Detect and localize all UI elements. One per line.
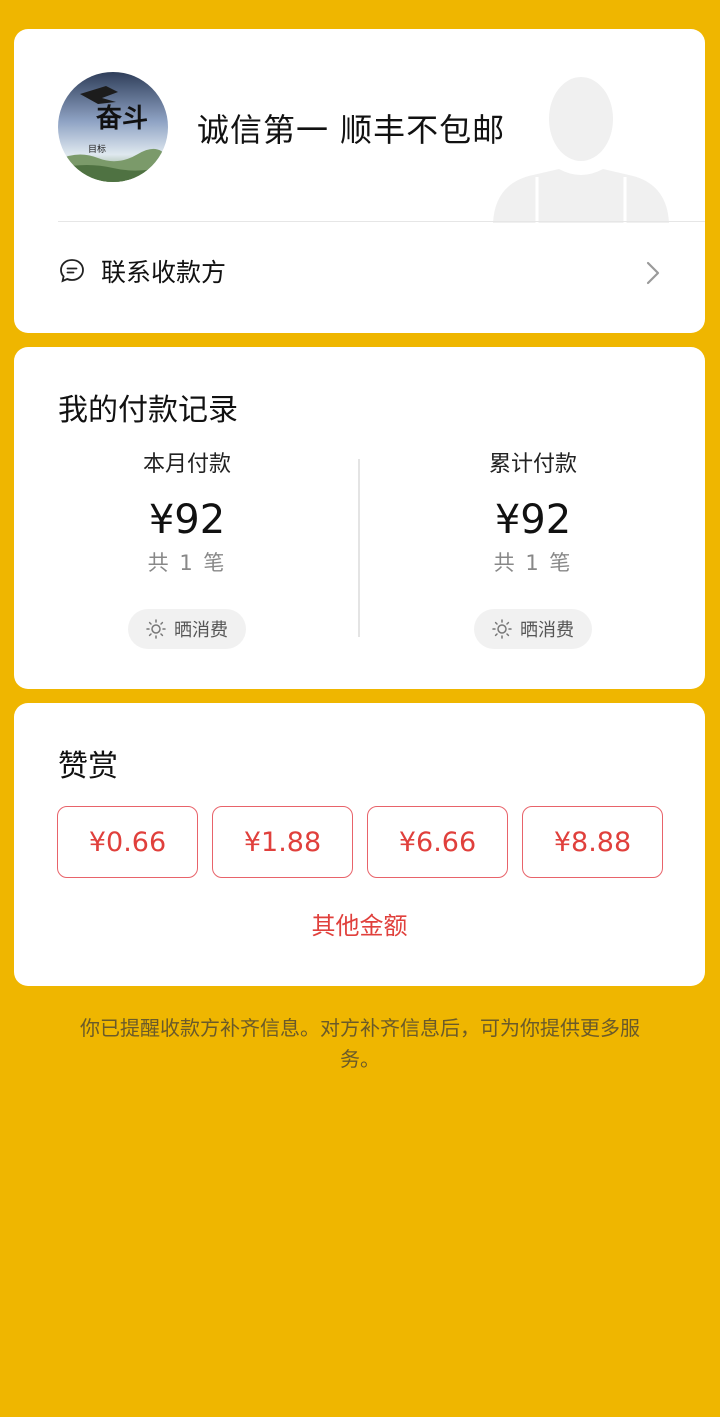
- total-share-label: 晒消费: [520, 620, 574, 641]
- tip-option-button[interactable]: ¥0.66: [57, 806, 198, 878]
- avatar-title-text: 奋斗: [95, 104, 148, 134]
- total-share-button[interactable]: 晒消费: [474, 609, 592, 649]
- month-share-button[interactable]: 晒消费: [128, 609, 246, 649]
- avatar-caption-text: 目标: [88, 143, 106, 155]
- merchant-avatar[interactable]: 奋斗 目标: [58, 72, 168, 182]
- contact-payee-label: 联系收款方: [101, 258, 227, 287]
- tip-options: ¥0.66 ¥1.88 ¥6.66 ¥8.88: [57, 806, 663, 878]
- records-title: 我的付款记录: [58, 393, 238, 428]
- tip-option-button[interactable]: ¥8.88: [522, 806, 663, 878]
- info-note: 你已提醒收款方补齐信息。对方补齐信息后，可为你提供更多服务。: [80, 1016, 640, 1071]
- chevron-right-icon: [646, 261, 660, 285]
- total-payment-column: 累计付款 ¥92 共 1 笔 晒消费: [403, 447, 663, 649]
- payment-records-card: 我的付款记录 本月付款 ¥92 共 1 笔 晒消费 累计付款 ¥92 共 1 笔: [14, 347, 705, 689]
- sun-icon: [146, 619, 166, 639]
- month-payment-count: 共 1 笔: [147, 551, 227, 575]
- tip-option-button[interactable]: ¥1.88: [212, 806, 353, 878]
- month-share-label: 晒消费: [174, 620, 228, 641]
- month-payment-amount: ¥92: [148, 497, 226, 543]
- contact-payee-row[interactable]: 联系收款方: [14, 222, 705, 333]
- reward-card: 赞赏 ¥0.66 ¥1.88 ¥6.66 ¥8.88 其他金额: [14, 703, 705, 986]
- reward-title: 赞赏: [58, 749, 118, 784]
- sun-icon: [492, 619, 512, 639]
- merchant-card: 奋斗 目标 诚信第一 顺丰不包邮 联系收款方: [14, 29, 705, 333]
- month-payment-label: 本月付款: [142, 452, 231, 477]
- total-payment-count: 共 1 笔: [493, 551, 573, 575]
- avatar-image: 奋斗 目标: [58, 72, 168, 182]
- total-payment-amount: ¥92: [494, 497, 572, 543]
- merchant-name: 诚信第一 顺丰不包邮: [197, 111, 506, 149]
- tip-option-button[interactable]: ¥6.66: [367, 806, 508, 878]
- total-payment-label: 累计付款: [488, 452, 577, 477]
- person-silhouette-icon: [493, 77, 669, 223]
- chat-bubble-icon: [60, 259, 84, 283]
- records-column-divider: [358, 459, 360, 637]
- month-payment-column: 本月付款 ¥92 共 1 笔 晒消费: [57, 447, 317, 649]
- other-amount-link[interactable]: 其他金额: [14, 906, 705, 941]
